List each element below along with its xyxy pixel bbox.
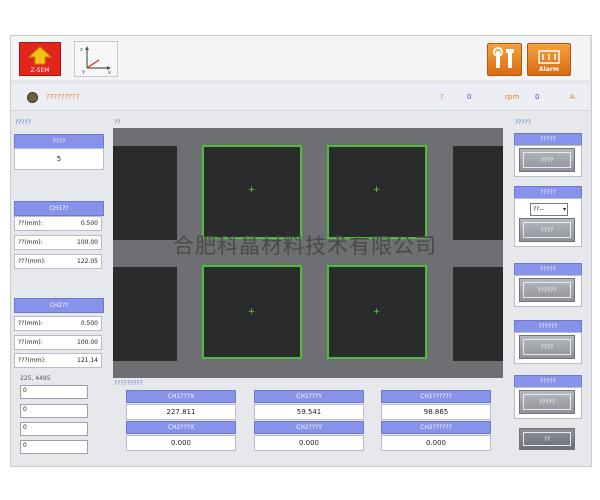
right-panel-title: ????? [515,119,531,126]
status-message: ????????? [46,93,80,101]
readout-label: CH2???X [126,421,236,434]
param-input[interactable]: 0 [20,422,88,436]
home-logo-button[interactable]: Z-SEM [19,42,61,76]
readout-value: 0.000 [381,435,491,451]
show-operation-button[interactable]: ????? [519,390,575,414]
readout-value: 98.865 [381,404,491,420]
readout-label: CH2?????? [381,421,491,434]
param-input-value: 0 [23,406,27,413]
svg-text:z: z [80,47,83,53]
exit-button[interactable]: ?? [519,428,575,450]
ch1-row: ??(mm): 100.00 [14,235,102,250]
ch2-row: ??(mm): 0.500 [14,316,102,331]
mid-label: ? [440,93,444,101]
ch1-row: ???(mm): 122.05 [14,254,102,269]
svg-text:x: x [108,70,111,76]
home-up-icon [27,46,53,65]
axes-icon: z x y [80,46,111,76]
button-label: ???? [540,226,554,234]
ch1-row-value: 0.500 [80,220,98,227]
button-label: ????? [539,398,555,406]
param-input[interactable]: 0 [20,385,88,399]
axis-button[interactable]: z x y [74,41,118,77]
readout-value: 227.811 [126,404,236,420]
seq-value: 5 [14,148,104,170]
ch2-row-label: ??(mm): [18,339,43,346]
ch1-row-value: 100.00 [77,239,98,246]
auto-align-button[interactable]: ???? [519,218,575,242]
rpm-value: 0 [535,93,540,101]
readout-label: CH1???Y [254,390,364,403]
param-input-value: 0 [23,442,27,449]
ch1-header: CH1?? [14,201,104,216]
param-input-value: 0 [23,387,27,394]
start-cut-button[interactable]: ???? [519,335,575,359]
ch1-row-label: ??(mm): [18,220,43,227]
auto-focus-button[interactable]: ???? [519,148,575,172]
ch2-row-value: 100.00 [77,339,98,346]
die-square [453,146,503,240]
ch2-row: ???(mm): 121.14 [14,353,102,368]
watermark: 合肥科晶材料技术有限公司 [173,234,437,258]
status-bar [11,84,589,111]
button-label: ???? [540,343,554,351]
die-square [453,267,503,361]
tools-button[interactable] [487,43,522,76]
button-label: ?????? [537,286,557,294]
ch1-row: ??(mm): 0.500 [14,216,102,231]
image-title: ?? [114,119,121,126]
ch1-row-value: 122.05 [77,258,98,265]
die-square [113,267,177,361]
ch1-row-label: ??(mm): [18,239,43,246]
ch2-row-label: ???(mm): [18,357,46,364]
chevron-down-icon: ▾ [562,206,566,213]
param-input[interactable]: 0 [20,440,88,454]
param-input[interactable]: 0 [20,404,88,418]
select-value: ??-- [533,206,544,213]
logo-label: Z-SEM [30,67,50,74]
param-input-value: 0 [23,424,27,431]
ch2-header: CH2?? [14,298,104,313]
ch1-row-label: ???(mm): [18,258,46,265]
ch2-row-label: ??(mm): [18,320,43,327]
rpm-label: rpm [505,93,520,101]
ch2-row-value: 0.500 [80,320,98,327]
tools-icon [493,47,514,68]
crosshair-marker: + [372,185,381,195]
mid-value: 0 [467,93,472,101]
readout-value: 59.541 [254,404,364,420]
coord-readout: 225, 4495 [20,375,51,382]
alarm-label: Alarm [539,66,559,73]
left-panel-title: ????? [15,119,31,126]
die-square [113,146,177,240]
readout-label: CH1?????? [381,390,491,403]
alarm-icon [538,50,560,64]
svg-text:y: y [82,69,85,75]
readout-value: 0.000 [254,435,364,451]
ch2-row-value: 121.14 [77,357,98,364]
readout-value: 0.000 [126,435,236,451]
create-template-button[interactable]: ?????? [519,278,575,302]
crosshair-marker: + [247,307,256,317]
ch2-row: ??(mm): 100.00 [14,335,102,350]
readout-label: CH1???X [126,390,236,403]
mode-select[interactable]: ??-- ▾ [530,203,568,216]
alert-indicator: A [570,93,575,101]
readout-label: CH2???Y [254,421,364,434]
seq-header: ???? [14,134,104,149]
readout-title: ????????? [114,380,143,387]
status-icon [27,92,38,103]
crosshair-marker: + [247,185,256,195]
button-label: ?? [543,435,551,443]
button-label: ???? [540,156,554,164]
alarm-button[interactable]: Alarm [527,43,571,76]
crosshair-marker: + [372,307,381,317]
